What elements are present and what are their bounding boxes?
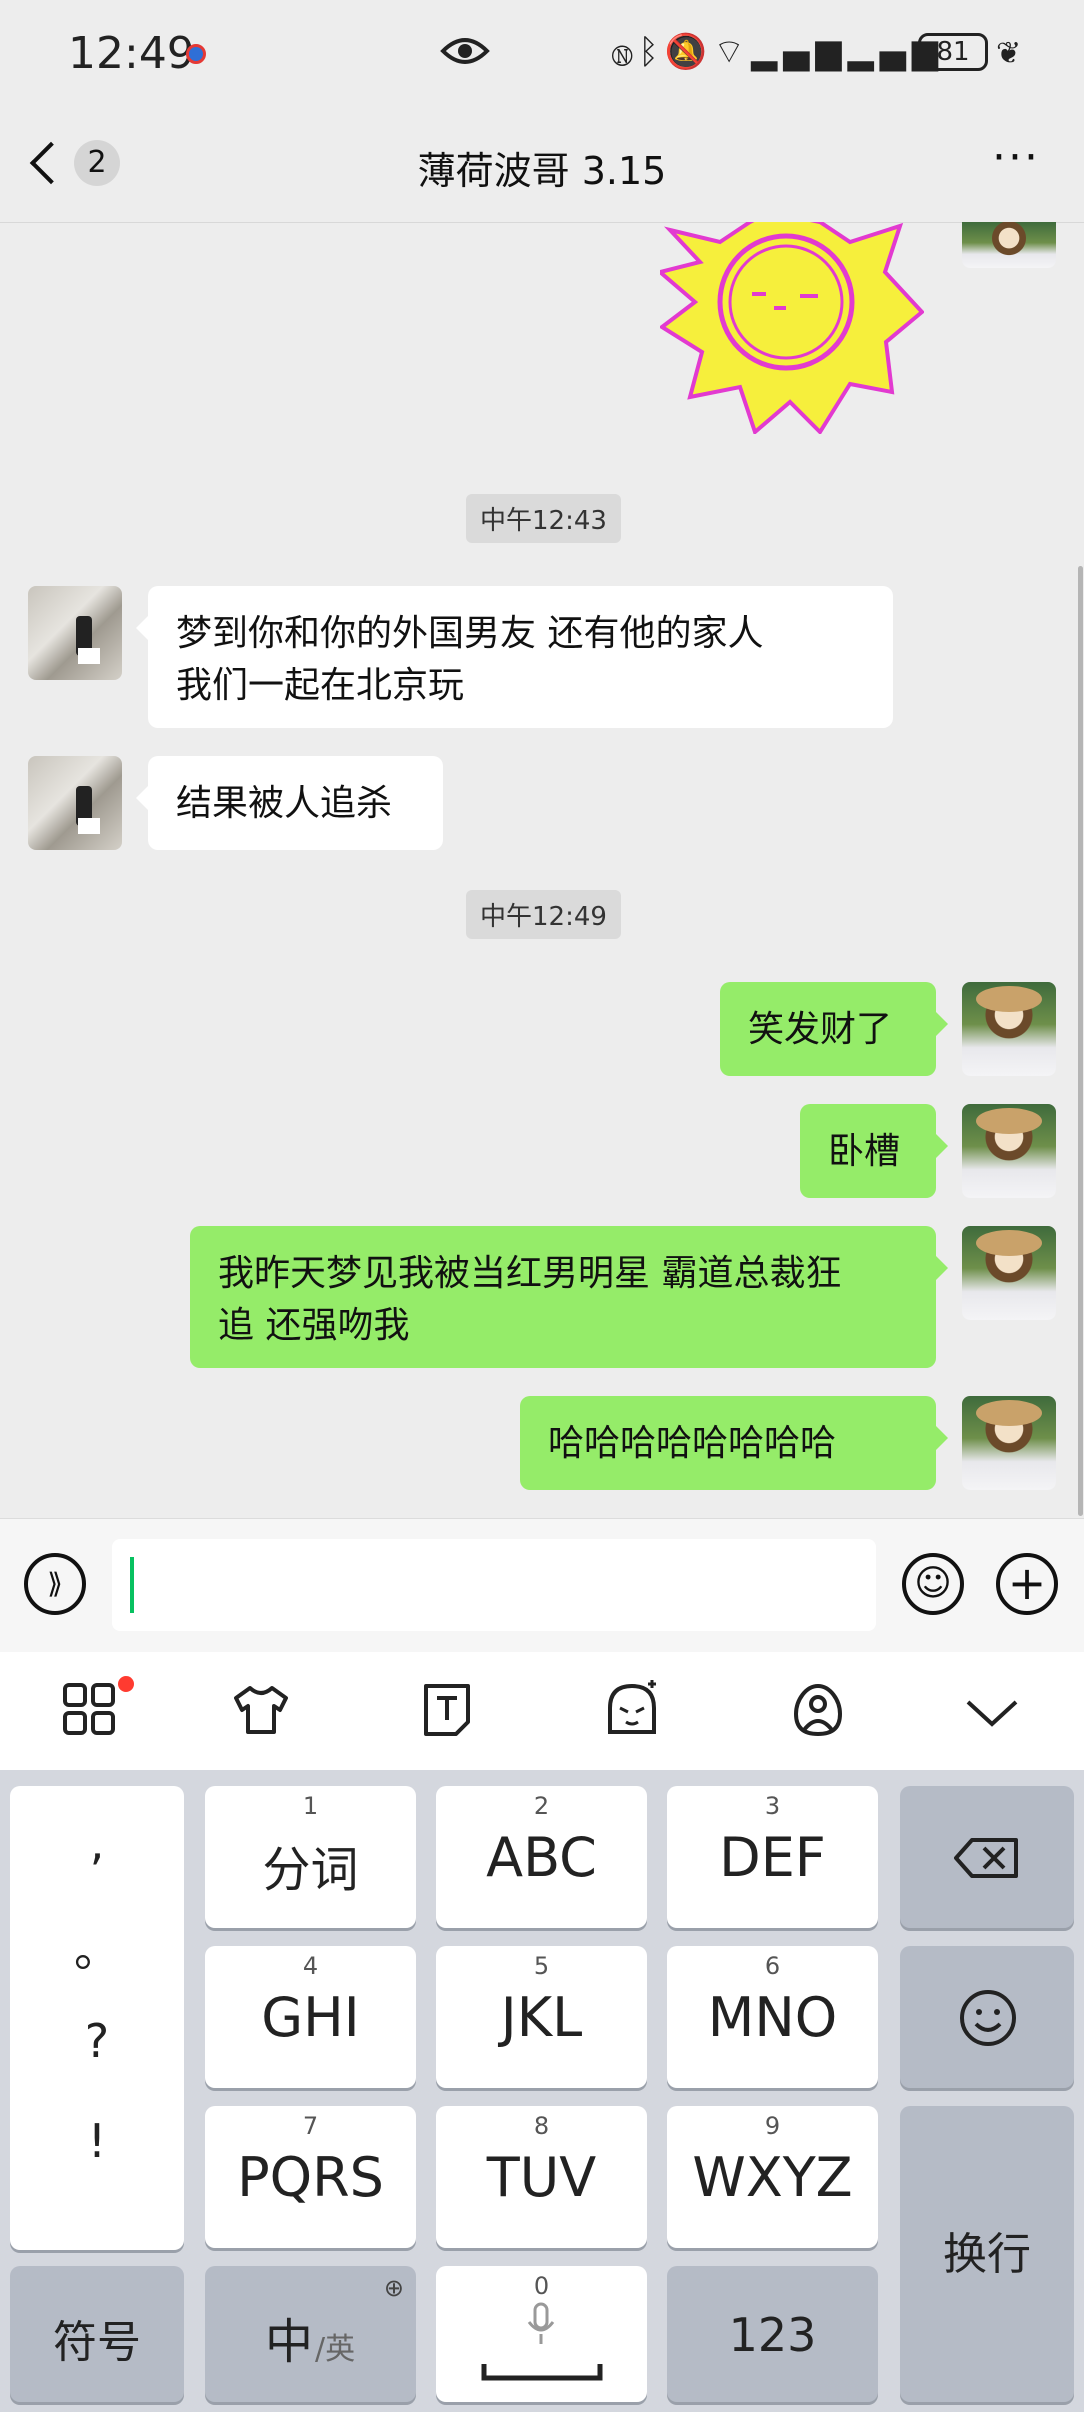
key-num: 9: [764, 2112, 781, 2140]
chat-title: 薄荷波哥 3.15: [417, 149, 667, 193]
message-bubble-received[interactable]: 梦到你和你的外国男友 还有他的家人 我们一起在北京玩: [136, 586, 893, 728]
key-3[interactable]: 3 DEF: [667, 1786, 878, 1928]
message-bubble-sent[interactable]: 笑发财了: [720, 982, 948, 1076]
key-label: WXYZ: [692, 2146, 853, 2209]
status-time: 12:49: [68, 28, 195, 79]
voice-input-button[interactable]: ⟫: [24, 1553, 86, 1615]
input-bar: ⟫ ☺ +: [0, 1518, 1084, 1653]
message-bubble-sent[interactable]: 哈哈哈哈哈哈哈哈: [520, 1396, 948, 1490]
message-bubble-received[interactable]: 结果被人追杀: [136, 756, 443, 850]
emoji-key[interactable]: [900, 1946, 1074, 2088]
language-switch-key[interactable]: ⊕ 中 /英: [205, 2266, 416, 2402]
collapse-keyboard-icon[interactable]: [964, 1698, 1020, 1728]
punct-period-key[interactable]: 。: [10, 1914, 184, 1980]
ai-assistant-icon[interactable]: [790, 1682, 846, 1738]
wifi-icon: ⌔: [713, 32, 752, 72]
emoji-button[interactable]: ☺: [902, 1553, 964, 1615]
app-notification-icon: [186, 44, 206, 64]
key-label: MNO: [707, 1986, 838, 2049]
key-5[interactable]: 5 JKL: [436, 1946, 647, 2088]
signal-icon: ▂▄▆: [751, 32, 848, 72]
key-label: JKL: [500, 1986, 583, 2049]
my-avatar[interactable]: [962, 1226, 1056, 1320]
key-num: 2: [533, 1792, 550, 1820]
microphone-icon: [527, 2302, 555, 2344]
key-9[interactable]: 9 WXYZ: [667, 2106, 878, 2248]
contact-avatar[interactable]: [28, 586, 122, 680]
text-edit-icon[interactable]: [422, 1682, 472, 1738]
punct-exclaim-key[interactable]: !: [10, 2114, 184, 2168]
punct-question-key[interactable]: ?: [10, 2014, 184, 2068]
key-num: 1: [302, 1792, 319, 1820]
symbol-key[interactable]: 符号: [10, 2266, 184, 2402]
keyboard: , 。 ? ! 1 分词 2 ABC 3 DEF 4 GHI 5 JKL 6 M…: [0, 1770, 1084, 2412]
smiley-icon: [960, 1990, 1016, 2046]
status-bar: 12:49 Ⓝᛒ🔕⌔▂▄▆▂▄▆ 81 ❦: [0, 0, 1084, 110]
key-1[interactable]: 1 分词: [205, 1786, 416, 1928]
skin-shirt-icon[interactable]: [232, 1684, 290, 1736]
battery-icon: 81: [918, 33, 988, 71]
my-avatar[interactable]: [962, 222, 1056, 268]
key-num: 4: [302, 1952, 319, 1980]
punctuation-panel[interactable]: , 。 ? !: [10, 1786, 184, 2250]
keyboard-toolbar: [0, 1652, 1084, 1770]
contact-avatar[interactable]: [28, 756, 122, 850]
numeric-label: 123: [728, 2308, 817, 2362]
chat-header: 2 薄荷波哥 3.15 ···: [0, 110, 1084, 223]
punct-comma-key[interactable]: ,: [10, 1816, 184, 1870]
key-2[interactable]: 2 ABC: [436, 1786, 647, 1928]
message-bubble-sent[interactable]: 卧槽: [800, 1104, 948, 1198]
key-num: 5: [533, 1952, 550, 1980]
key-label: ABC: [486, 1826, 597, 1889]
key-label: GHI: [261, 1986, 360, 2049]
globe-icon: ⊕: [383, 2274, 404, 2302]
text-caret: [130, 1557, 134, 1613]
key-num: 6: [764, 1952, 781, 1980]
notification-dot: [118, 1676, 134, 1692]
key-label: TUV: [486, 2146, 597, 2209]
mute-icon: 🔕: [664, 32, 714, 72]
backspace-key[interactable]: [900, 1786, 1074, 1928]
sticker-face-icon[interactable]: [604, 1678, 660, 1738]
key-6[interactable]: 6 MNO: [667, 1946, 878, 2088]
timestamp: 中午12:49: [466, 890, 621, 939]
my-avatar[interactable]: [962, 1104, 1056, 1198]
leaf-icon: ❦: [996, 36, 1022, 71]
scrollbar[interactable]: [1078, 566, 1083, 1516]
key-label: 分词: [262, 1842, 359, 1898]
more-options-button[interactable]: ···: [992, 132, 1040, 183]
message-input[interactable]: [112, 1539, 876, 1631]
my-avatar[interactable]: [962, 1396, 1056, 1490]
sun-sticker[interactable]: [660, 222, 924, 434]
space-key[interactable]: 0: [436, 2266, 647, 2402]
key-num: 8: [533, 2112, 550, 2140]
symbol-label: 符号: [53, 2317, 141, 2368]
apps-grid-icon[interactable]: [62, 1682, 116, 1736]
eye-icon: [440, 38, 490, 64]
zh-label: 中: [265, 2314, 314, 2370]
key-num: 7: [302, 2112, 319, 2140]
message-bubble-sent[interactable]: 我昨天梦见我被当红男明星 霸道总裁狂 追 还强吻我: [190, 1226, 948, 1368]
key-8[interactable]: 8 TUV: [436, 2106, 647, 2248]
space-bar-icon: [481, 2364, 603, 2381]
key-num: 0: [533, 2272, 550, 2300]
backspace-icon: [954, 1838, 1018, 1878]
key-num: 3: [764, 1792, 781, 1820]
key-label: DEF: [719, 1826, 826, 1889]
bluetooth-icon: ᛒ: [638, 32, 665, 72]
enter-key[interactable]: 换行: [900, 2106, 1074, 2402]
more-actions-button[interactable]: +: [996, 1553, 1058, 1615]
key-label: PQRS: [237, 2146, 384, 2209]
timestamp: 中午12:43: [466, 494, 621, 543]
my-avatar[interactable]: [962, 982, 1056, 1076]
numeric-key[interactable]: 123: [667, 2266, 878, 2402]
enter-label: 换行: [943, 2229, 1031, 2280]
key-4[interactable]: 4 GHI: [205, 1946, 416, 2088]
status-icons: Ⓝᛒ🔕⌔▂▄▆▂▄▆: [612, 30, 944, 73]
nfc-icon: Ⓝ: [612, 32, 639, 72]
en-label: /英: [315, 2332, 356, 2367]
key-7[interactable]: 7 PQRS: [205, 2106, 416, 2248]
